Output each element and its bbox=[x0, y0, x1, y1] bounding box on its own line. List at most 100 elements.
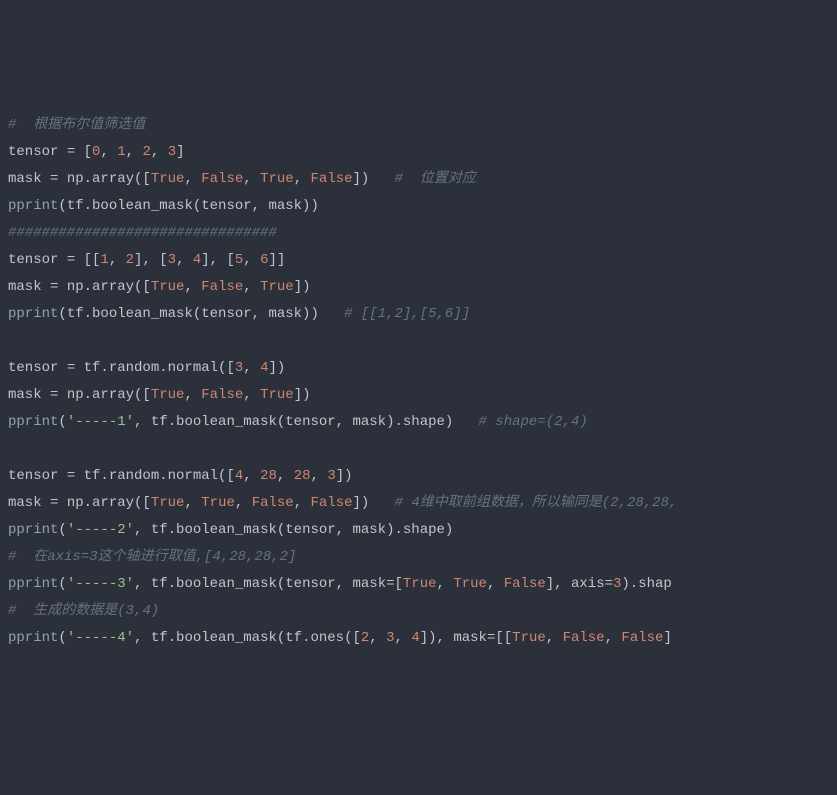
bool: False bbox=[311, 495, 353, 511]
punct: =[ bbox=[386, 576, 403, 592]
code-line: tensor = [0, 1, 2, 3] bbox=[8, 144, 185, 160]
identifier: mask bbox=[8, 495, 50, 511]
kwarg: mask bbox=[453, 630, 487, 646]
punct: , bbox=[369, 630, 386, 646]
string: '-----2' bbox=[67, 522, 134, 538]
punct: ( bbox=[58, 576, 66, 592]
bool: True bbox=[403, 576, 437, 592]
code-editor[interactable]: # 根据布尔值筛选值 tensor = [0, 1, 2, 3] mask = … bbox=[0, 108, 837, 660]
punct: , bbox=[100, 144, 117, 160]
punct: = np.array([ bbox=[50, 495, 151, 511]
bool: True bbox=[151, 171, 185, 187]
code-line: tensor = [[1, 2], [3, 4], [5, 6]] bbox=[8, 252, 285, 268]
code-line: mask = np.array([True, False, True]) bbox=[8, 387, 311, 403]
code-line: mask = np.array([True, True, False, Fals… bbox=[8, 495, 677, 511]
identifier: mask bbox=[8, 171, 50, 187]
bool: False bbox=[201, 171, 243, 187]
code: , tf.boolean_mask(tensor, mask).shape) bbox=[134, 414, 478, 430]
code-line: # 根据布尔值筛选值 bbox=[8, 117, 145, 133]
bool: False bbox=[504, 576, 546, 592]
number: 3 bbox=[168, 144, 176, 160]
punct: = [ bbox=[67, 144, 92, 160]
kwarg: axis bbox=[571, 576, 605, 592]
punct: = np.array([ bbox=[50, 171, 151, 187]
number: 3 bbox=[168, 252, 176, 268]
bool: False bbox=[311, 171, 353, 187]
punct: , bbox=[294, 171, 311, 187]
code: (tf.boolean_mask(tensor, mask)) bbox=[58, 198, 318, 214]
punct: ( bbox=[58, 630, 66, 646]
punct: , bbox=[109, 252, 126, 268]
punct: ]) bbox=[353, 171, 395, 187]
number: 3 bbox=[235, 360, 243, 376]
number: 6 bbox=[260, 252, 268, 268]
code-line: mask = np.array([True, False, True]) bbox=[8, 279, 311, 295]
code: ]), bbox=[420, 630, 454, 646]
punct: ]) bbox=[353, 495, 395, 511]
string: '-----3' bbox=[67, 576, 134, 592]
func-call: pprint bbox=[8, 576, 58, 592]
number: 28 bbox=[294, 468, 311, 484]
number: 1 bbox=[117, 144, 125, 160]
punct: , bbox=[243, 468, 260, 484]
punct: , bbox=[487, 576, 504, 592]
number: 2 bbox=[126, 252, 134, 268]
number: 3 bbox=[327, 468, 335, 484]
code-line: pprint(tf.boolean_mask(tensor, mask)) bbox=[8, 198, 319, 214]
bool: True bbox=[201, 495, 235, 511]
punct: ] bbox=[663, 630, 671, 646]
comment: # [[1,2],[5,6]] bbox=[344, 306, 470, 322]
code-line: tensor = tf.random.normal([4, 28, 28, 3]… bbox=[8, 468, 353, 484]
identifier: tensor bbox=[8, 360, 67, 376]
punct: , bbox=[294, 495, 311, 511]
bool: True bbox=[260, 279, 294, 295]
punct: , bbox=[243, 360, 260, 376]
code-line: mask = np.array([True, False, True, Fals… bbox=[8, 171, 476, 187]
code-line: pprint('-----3', tf.boolean_mask(tensor,… bbox=[8, 576, 672, 592]
punct: , bbox=[176, 252, 193, 268]
bool: True bbox=[260, 171, 294, 187]
punct: , bbox=[395, 630, 412, 646]
number: 4 bbox=[235, 468, 243, 484]
bool: False bbox=[563, 630, 605, 646]
code-line: pprint('-----2', tf.boolean_mask(tensor,… bbox=[8, 522, 453, 538]
identifier: tensor bbox=[8, 252, 67, 268]
punct: = tf.random.normal([ bbox=[67, 468, 235, 484]
punct: , bbox=[243, 279, 260, 295]
punct: ]) bbox=[268, 360, 285, 376]
code-line: # 在axis=3这个轴进行取值,[4,28,28,2] bbox=[8, 549, 296, 565]
punct: ]) bbox=[336, 468, 353, 484]
comment: # 4维中取前组数据，所以输同是(2,28,28, bbox=[395, 495, 678, 511]
code: , tf.boolean_mask(tf.ones([ bbox=[134, 630, 361, 646]
punct: = tf.random.normal([ bbox=[67, 360, 235, 376]
punct: , bbox=[184, 387, 201, 403]
comment: ################################ bbox=[8, 225, 277, 241]
func-call: pprint bbox=[8, 630, 58, 646]
punct: ]) bbox=[294, 279, 311, 295]
code: ).shap bbox=[621, 576, 671, 592]
number: 1 bbox=[100, 252, 108, 268]
func-call: pprint bbox=[8, 198, 58, 214]
code: , tf.boolean_mask(tensor, bbox=[134, 576, 352, 592]
punct: ], [ bbox=[201, 252, 235, 268]
code: , tf.boolean_mask(tensor, mask).shape) bbox=[134, 522, 453, 538]
bool: True bbox=[260, 387, 294, 403]
code-line: ################################ bbox=[8, 225, 277, 241]
comment: # 生成的数据是(3,4) bbox=[8, 603, 159, 619]
code-line: # 生成的数据是(3,4) bbox=[8, 603, 159, 619]
punct: , bbox=[184, 495, 201, 511]
code-line: tensor = tf.random.normal([3, 4]) bbox=[8, 360, 285, 376]
bool: False bbox=[201, 387, 243, 403]
code-line: pprint(tf.boolean_mask(tensor, mask)) # … bbox=[8, 306, 470, 322]
func-call: pprint bbox=[8, 414, 58, 430]
comment: # 在axis=3这个轴进行取值,[4,28,28,2] bbox=[8, 549, 296, 565]
punct: , bbox=[151, 144, 168, 160]
code-line: pprint('-----1', tf.boolean_mask(tensor,… bbox=[8, 414, 588, 430]
punct: , bbox=[243, 171, 260, 187]
number: 3 bbox=[613, 576, 621, 592]
number: 28 bbox=[260, 468, 277, 484]
code: (tf.boolean_mask(tensor, mask)) bbox=[58, 306, 344, 322]
punct: , bbox=[235, 495, 252, 511]
punct: ]) bbox=[294, 387, 311, 403]
comment: # 根据布尔值筛选值 bbox=[8, 117, 145, 133]
